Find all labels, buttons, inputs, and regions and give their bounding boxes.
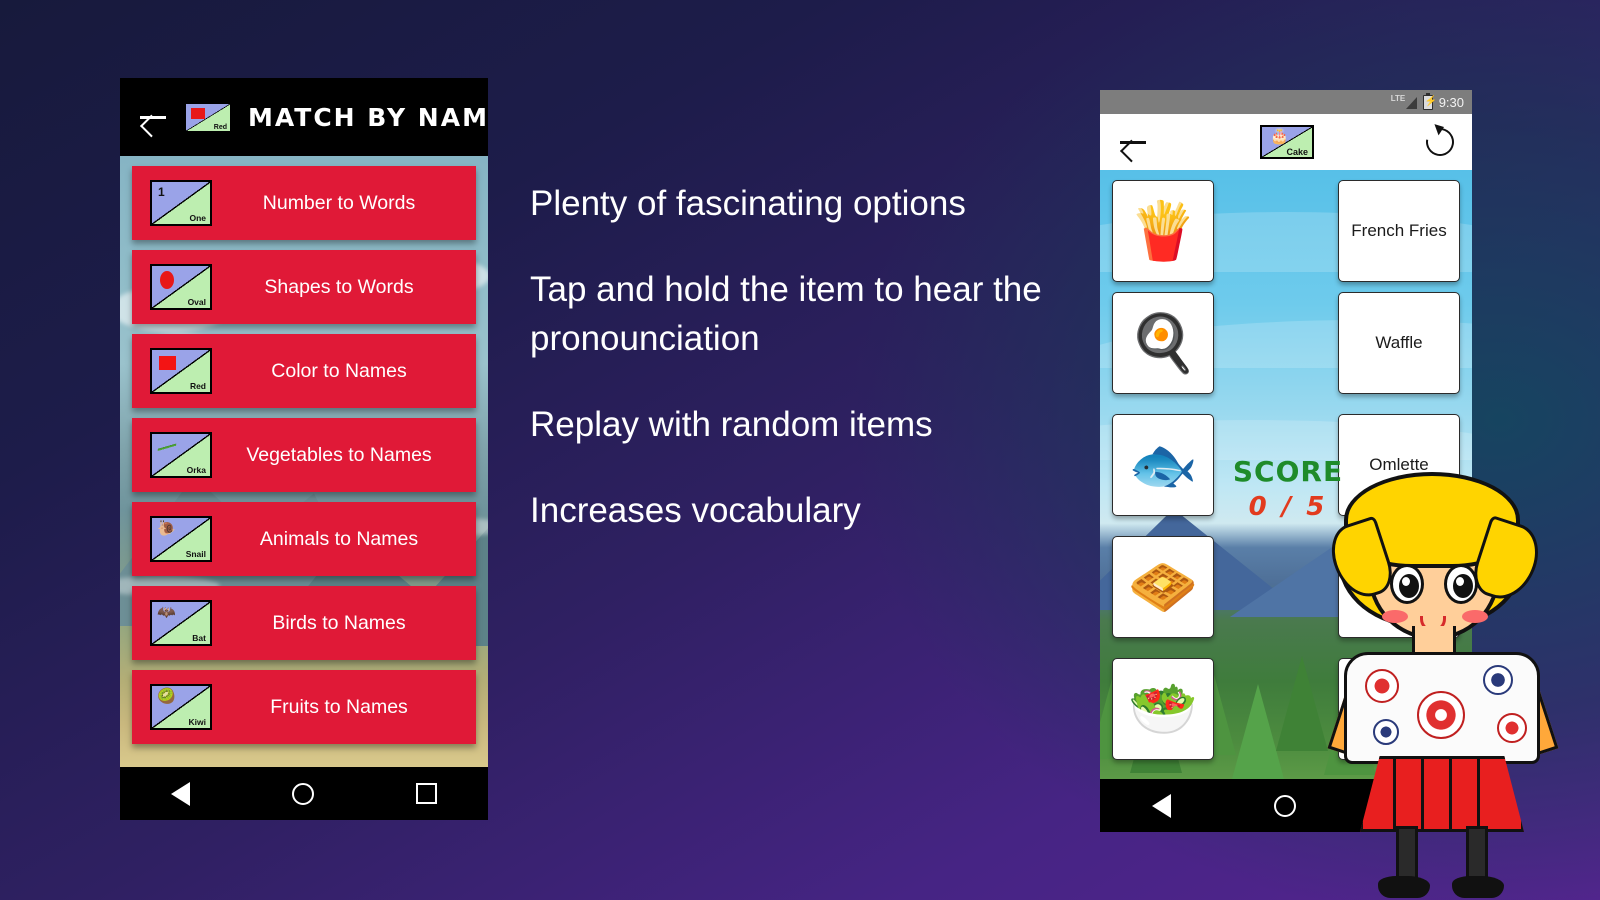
bat-tile-icon: 🦇 Bat (150, 600, 212, 646)
mascot-shoe-left (1378, 876, 1430, 898)
app-title: MATCH BY NAMES (248, 102, 488, 132)
signal-icon: LTE (1390, 93, 1417, 110)
menu-item-label: Vegetables to Names (246, 443, 432, 466)
mascot-eye-glint-left (1402, 577, 1410, 586)
battery-icon: ⚡ (1422, 92, 1437, 110)
tile-label: Red (189, 381, 206, 391)
salad-bowl-glyph: 🥗 (1128, 677, 1198, 740)
menu-item-vegetables-to-names[interactable]: Orka Vegetables to Names (132, 418, 476, 492)
nav-back-icon[interactable] (1151, 793, 1171, 818)
menu-item-birds-to-names[interactable]: 🦇 Bat Birds to Names (132, 586, 476, 660)
number-one-tile-icon: 1 One (150, 180, 212, 226)
android-status-bar: LTE ⚡ 9:30 (1100, 90, 1472, 114)
menu-item-fruits-to-names[interactable]: 🥝 Kiwi Fruits to Names (132, 670, 476, 744)
picture-card-fried-egg[interactable]: 🍳 (1112, 292, 1214, 394)
feature-item-2: Tap and hold the item to hear the pronou… (530, 270, 1042, 358)
feature-item-3: Replay with random items (530, 404, 933, 444)
menu-item-label: Birds to Names (272, 611, 406, 634)
feature-item-1: Plenty of fascinating options (530, 184, 966, 223)
kiwi-glyph: 🥝 (157, 688, 176, 705)
word-card-label: Waffle (1375, 333, 1423, 352)
cake-logo-tile-icon: 🎂 Cake (1260, 125, 1314, 159)
okra-shape (157, 438, 177, 456)
status-bar-clock: 9:30 (1438, 94, 1464, 110)
nav-home-icon[interactable] (1273, 794, 1296, 817)
left-phone-screenshot: Red MATCH BY NAMES 1 One Number to Words… (120, 78, 488, 820)
refresh-icon[interactable] (1420, 122, 1460, 162)
waffle-glyph: 🧇 (1128, 555, 1198, 618)
menu-item-number-to-words[interactable]: 1 One Number to Words (132, 166, 476, 240)
girl-character-mascot (1323, 470, 1560, 898)
right-phone-header: 🎂 Cake (1100, 114, 1472, 170)
tile-label: Orka (186, 465, 206, 475)
red-square-tile-icon: Red (150, 348, 212, 394)
picture-card-waffle[interactable]: 🧇 (1112, 536, 1214, 638)
left-phone-topbar: Red MATCH BY NAMES (120, 78, 488, 156)
picture-card-french-fries[interactable]: 🍟 (1112, 180, 1214, 282)
tile-label: One (189, 213, 206, 223)
snail-glyph: 🐌 (157, 520, 176, 537)
menu-item-label: Animals to Names (259, 527, 419, 550)
tile-label: Bat (192, 633, 206, 643)
oval-shape-tile-icon: Oval (150, 264, 212, 310)
menu-item-color-to-names[interactable]: Red Color to Names (132, 334, 476, 408)
french-fries-glyph: 🍟 (1128, 199, 1198, 262)
mascot-skirt (1360, 756, 1524, 832)
nav-home-icon[interactable] (292, 782, 314, 805)
word-card-label: French Fries (1351, 221, 1447, 240)
mascot-shoe-right (1452, 876, 1504, 898)
menu-item-shapes-to-words[interactable]: Oval Shapes to Words (132, 250, 476, 324)
menu-item-label: Number to Words (262, 191, 416, 214)
menu-item-label: Shapes to Words (264, 275, 414, 298)
bat-glyph: 🦇 (157, 604, 176, 621)
menu-item-animals-to-names[interactable]: 🐌 Snail Animals to Names (132, 502, 476, 576)
tile-label: Oval (187, 297, 206, 307)
fried-egg-glyph: 🍳 (1128, 311, 1198, 374)
snail-tile-icon: 🐌 Snail (150, 516, 212, 562)
menu-list: 1 One Number to Words Oval Shapes to Wor… (120, 156, 488, 767)
okra-tile-icon: Orka (150, 432, 212, 478)
header-logo-label: Cake (1286, 147, 1308, 157)
mascot-eye-glint-right (1456, 577, 1464, 586)
picture-card-salad-bowl[interactable]: 🥗 (1112, 658, 1214, 760)
red-square-symbol (191, 107, 205, 119)
tile-symbol: 1 (158, 185, 165, 199)
back-arrow-icon[interactable] (138, 102, 168, 132)
score-label: SCORE (1232, 455, 1344, 488)
tile-label: Snail (185, 549, 206, 559)
mascot-cheek-right (1462, 610, 1488, 623)
cake-glyph: 🎂 (1270, 128, 1289, 145)
nav-recents-icon[interactable] (416, 783, 437, 804)
score-value: 0 / 5 (1248, 492, 1328, 522)
nav-back-icon[interactable] (171, 781, 190, 806)
fish-plate-glyph: 🐟 (1128, 433, 1198, 496)
word-card-waffle[interactable]: Waffle (1338, 292, 1460, 394)
word-card-french-fries[interactable]: French Fries (1338, 180, 1460, 282)
menu-item-label: Color to Names (271, 359, 407, 382)
oval-shape (160, 271, 174, 289)
app-logo-label: Red (213, 123, 227, 131)
picture-card-fish-plate[interactable]: 🐟 (1112, 414, 1214, 516)
mascot-eye-right (1444, 564, 1478, 604)
kiwi-tile-icon: 🥝 Kiwi (150, 684, 212, 730)
feature-list: Plenty of fascinating options Tap and ho… (530, 180, 1090, 535)
left-phone-navbar (120, 767, 488, 820)
back-arrow-icon[interactable] (1118, 127, 1148, 157)
network-type-label: LTE (1390, 93, 1406, 103)
tile-label: Kiwi (188, 717, 206, 727)
mascot-eye-left (1390, 564, 1424, 604)
signal-bars (1405, 96, 1417, 109)
mascot-cheek-left (1382, 610, 1408, 623)
mascot-shirt (1344, 652, 1540, 764)
square-shape (159, 356, 176, 370)
app-logo-tile-icon: Red (184, 101, 232, 133)
score-display: SCORE 0 / 5 (1232, 455, 1344, 522)
feature-item-4: Increases vocabulary (530, 491, 861, 531)
menu-item-label: Fruits to Names (270, 695, 408, 718)
